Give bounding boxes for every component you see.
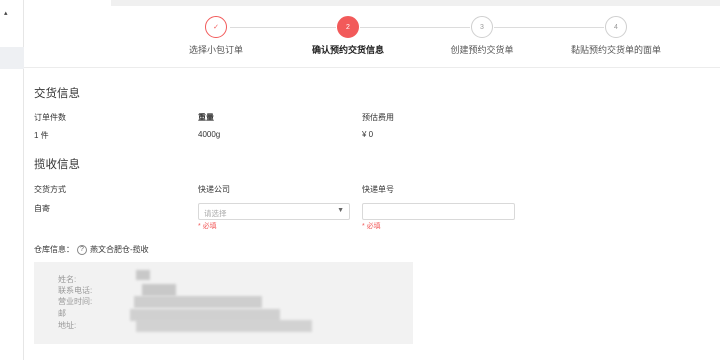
step-3: 3 创建预约交货单 [442,16,522,56]
divider [24,67,720,68]
tracking-number-input[interactable] [362,203,515,220]
courier-company-select[interactable]: 请选择 ▼ [198,203,350,220]
select-placeholder: 请选择 [204,209,227,218]
delivery-method-value: 自寄 [34,204,50,213]
step-number: 4 [605,16,627,38]
step-label: 创建预约交货单 [450,45,514,55]
step-label: 选择小包订单 [188,45,243,55]
step-number: 2 [337,16,359,38]
order-count-label: 订单件数 [34,113,66,122]
warehouse-label: 仓库信息： [34,245,74,254]
redacted-block [142,284,176,296]
estimated-fee-label: 预估费用 [362,113,394,122]
step-label: 确认预约交货信息 [311,45,384,55]
warehouse-name: 燕文合肥仓-揽收 [90,245,149,254]
estimated-fee-value: ¥ 0 [362,130,374,139]
address-label: 地址: [58,321,77,330]
progress-steps: ✓ 选择小包订单 2 确认预约交货信息 3 创建预约交货单 4 黏贴预约交货单的… [24,16,720,60]
name-label: 姓名: [58,275,77,284]
help-icon[interactable]: ? [77,244,87,255]
business-hours-label: 营业时间: [58,297,93,306]
step-4: 4 黏贴预约交货单的面单 [560,16,672,56]
delivery-section-title: 交货信息 [34,88,80,100]
check-icon: ✓ [205,16,227,38]
order-count-value: 1 件 [34,131,49,140]
weight-label: 重量 [198,113,214,122]
step-number: 3 [471,16,493,38]
redacted-block [134,296,262,308]
warehouse-info: 仓库信息： ? 燕文合肥仓-揽收 [34,244,149,255]
redacted-block [136,270,150,280]
step-1: ✓ 选择小包订单 [184,16,248,56]
warehouse-address-box: 姓名: 联系电话: 营业时间: 邮 地址: [34,262,413,344]
phone-label: 联系电话: [58,286,93,295]
courier-company-label: 快递公司 [198,185,230,194]
step-2: 2 确认预约交货信息 [308,16,388,56]
sidebar-selected-item[interactable] [0,47,24,69]
delivery-method-label: 交货方式 [34,185,66,194]
required-hint: * 必填 [362,223,381,230]
chevron-down-icon: ▼ [337,207,344,214]
required-hint: * 必填 [198,223,217,230]
collapse-caret-icon[interactable]: ▴ [4,10,8,17]
weight-value: 4000g [198,130,221,139]
pickup-section-title: 揽收信息 [34,159,80,171]
top-band [111,0,720,6]
tracking-number-label: 快递单号 [362,185,394,194]
postcode-label: 邮 [58,309,66,318]
sidebar: ▴ [0,0,24,360]
step-label: 黏贴预约交货单的面单 [570,45,661,55]
redacted-block [136,320,312,332]
